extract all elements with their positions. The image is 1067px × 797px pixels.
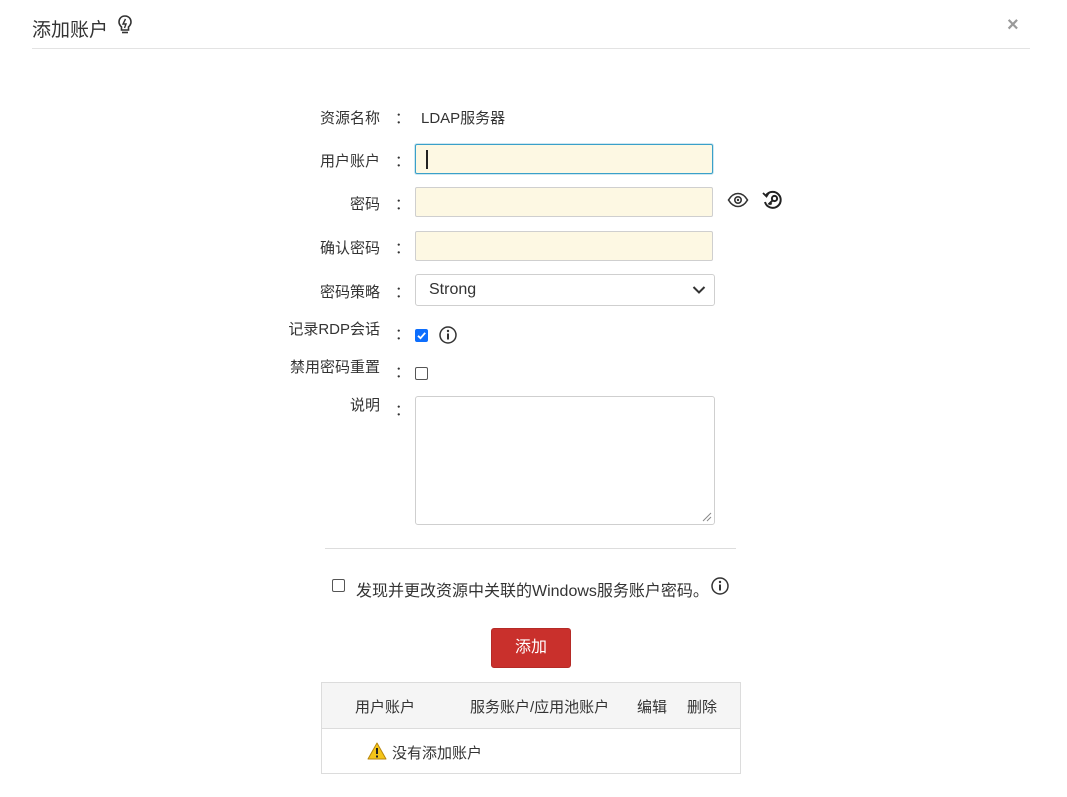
key-refresh-icon[interactable] — [762, 190, 783, 211]
user-account-label: 用户账户 — [319, 153, 380, 170]
divider — [325, 548, 736, 549]
password-policy-select[interactable]: Strong — [415, 274, 715, 306]
column-header-edit: 编辑 — [637, 699, 668, 716]
confirm-password-label: 确认密码 — [319, 240, 380, 257]
confirm-password-input[interactable] — [415, 231, 713, 261]
description-textarea[interactable] — [415, 396, 715, 525]
eye-icon[interactable] — [727, 192, 749, 208]
password-label: 密码 — [349, 196, 380, 213]
colon: ： — [395, 326, 411, 343]
password-policy-label: 密码策略 — [319, 284, 380, 301]
info-icon[interactable] — [439, 326, 457, 344]
discover-label: 发现并更改资源中关联的Windows服务账户密码。 — [356, 583, 709, 600]
resource-name-value: LDAP服务器 — [421, 110, 506, 127]
discover-checkbox[interactable] — [332, 579, 345, 592]
resource-name-label: 资源名称 — [319, 110, 380, 127]
column-header-service-account: 服务账户/应用池账户 — [470, 699, 610, 716]
colon: ： — [395, 240, 411, 257]
colon: ： — [395, 153, 411, 170]
record-rdp-label: 记录RDP会话 — [288, 321, 380, 338]
colon: ： — [395, 196, 411, 213]
table-header: 用户账户 服务账户/应用池账户 编辑 删除 — [322, 683, 740, 729]
user-account-input[interactable] — [415, 144, 713, 174]
dialog-title: 添加账户 — [32, 20, 109, 41]
lightbulb-icon[interactable] — [116, 14, 134, 36]
resize-grip-icon[interactable] — [702, 512, 712, 522]
chevron-down-icon — [692, 286, 706, 294]
colon: ： — [395, 110, 411, 127]
colon: ： — [395, 284, 411, 301]
dialog-header: 添加账户 × — [32, 0, 1030, 49]
warning-icon — [367, 742, 387, 760]
column-header-user-account: 用户账户 — [355, 699, 416, 716]
colon: ： — [395, 402, 411, 419]
colon: ： — [395, 364, 411, 381]
password-policy-value: Strong — [429, 281, 477, 298]
add-button[interactable]: 添加 — [491, 628, 571, 668]
checkmark-icon — [417, 332, 426, 340]
disable-reset-label: 禁用密码重置 — [289, 359, 380, 376]
password-input[interactable] — [415, 187, 713, 217]
accounts-table: 用户账户 服务账户/应用池账户 编辑 删除 没有添加账户 — [321, 682, 741, 774]
column-header-delete: 删除 — [687, 699, 718, 716]
table-empty-row: 没有添加账户 — [322, 729, 740, 773]
disable-reset-checkbox[interactable] — [415, 367, 428, 380]
info-icon[interactable] — [711, 577, 729, 595]
close-icon[interactable]: × — [1007, 14, 1019, 37]
record-rdp-checkbox[interactable] — [415, 329, 428, 342]
text-caret — [426, 150, 428, 169]
empty-message: 没有添加账户 — [392, 745, 483, 762]
description-label: 说明 — [349, 397, 380, 414]
